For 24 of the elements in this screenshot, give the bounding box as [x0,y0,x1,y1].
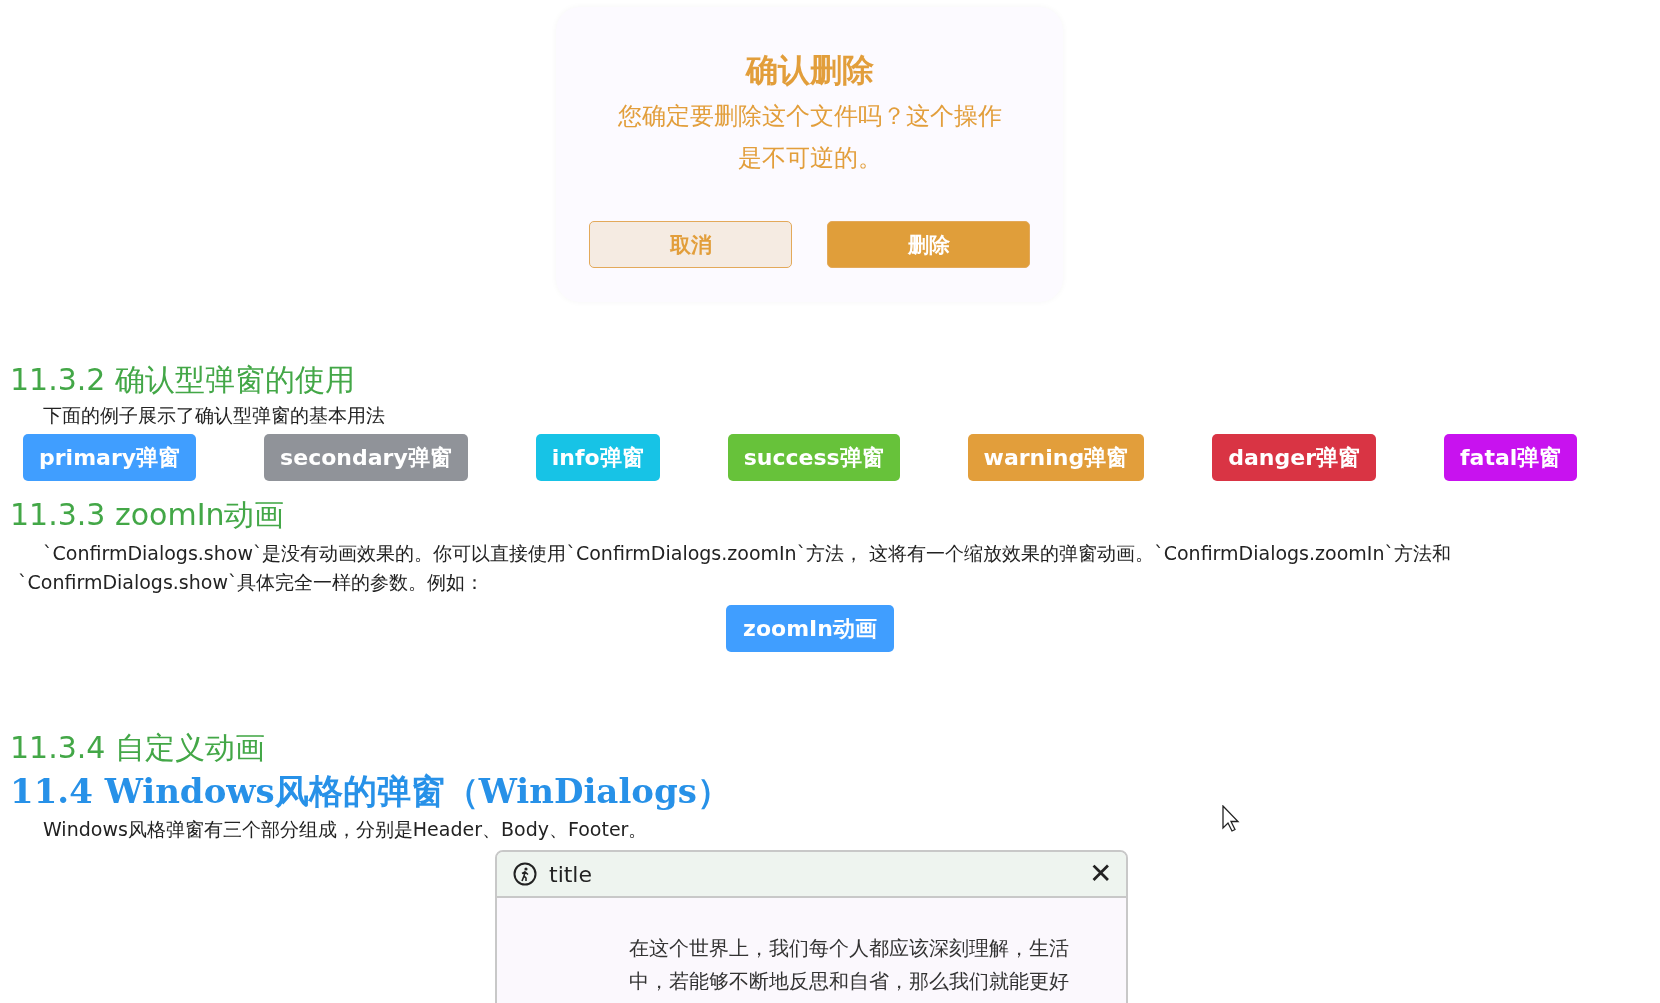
dialog-demo-button[interactable]: warning弹窗 [967,434,1145,481]
section-description: 下面的例子展示了确认型弹窗的基本用法 [43,403,385,428]
dialog-demo-button[interactable]: success弹窗 [727,434,900,481]
delete-button[interactable]: 删除 [827,221,1030,268]
section-description: Windows风格弹窗有三个部分组成，分别是Header、Body、Footer。 [43,817,648,842]
dialog-message: 您确定要删除这个文件吗？这个操作 是不可逆的。 [617,101,1002,174]
close-button[interactable]: ✕ [1089,860,1112,888]
dialog-demo-button[interactable]: info弹窗 [535,434,660,481]
cancel-button[interactable]: 取消 [589,221,792,268]
window-title: title [549,861,593,887]
dialog-demo-button[interactable]: primary弹窗 [23,434,197,481]
mouse-cursor-icon [1222,805,1242,833]
chapter-heading: 11.4 Windows风格的弹窗（WinDialogs） [10,770,732,813]
running-figure-icon [513,862,537,886]
window-body-text: 在这个世界上，我们每个人都应该深刻理解，生活 中，若能够不断地反思和自省，那么我们就能更好 [628,935,1070,995]
zoomin-button[interactable]: zoomIn动画 [726,605,894,652]
section-paragraph: `ConfirmDialogs.show`是没有动画效果的。你可以直接使用`ConfirmDialogs.zoomIn`方法， 这将有一个缩放效果的弹窗动画。`ConfirmDialogs.zoomIn`方法和 `ConfirmDialogs.show`具体完全一样的参数。例如： [18,541,1452,595]
dialog-demo-button[interactable]: secondary弹窗 [264,434,468,481]
section-heading: 11.3.2 确认型弹窗的使用 [10,361,356,399]
dialog-title: 确认删除 [745,50,874,91]
dialog-demo-button[interactable]: fatal弹窗 [1444,434,1578,481]
section-heading: 11.3.4 自定义动画 [10,729,266,767]
dialog-demo-button[interactable]: danger弹窗 [1212,434,1376,481]
section-heading: 11.3.3 zoomIn动画 [10,496,286,534]
